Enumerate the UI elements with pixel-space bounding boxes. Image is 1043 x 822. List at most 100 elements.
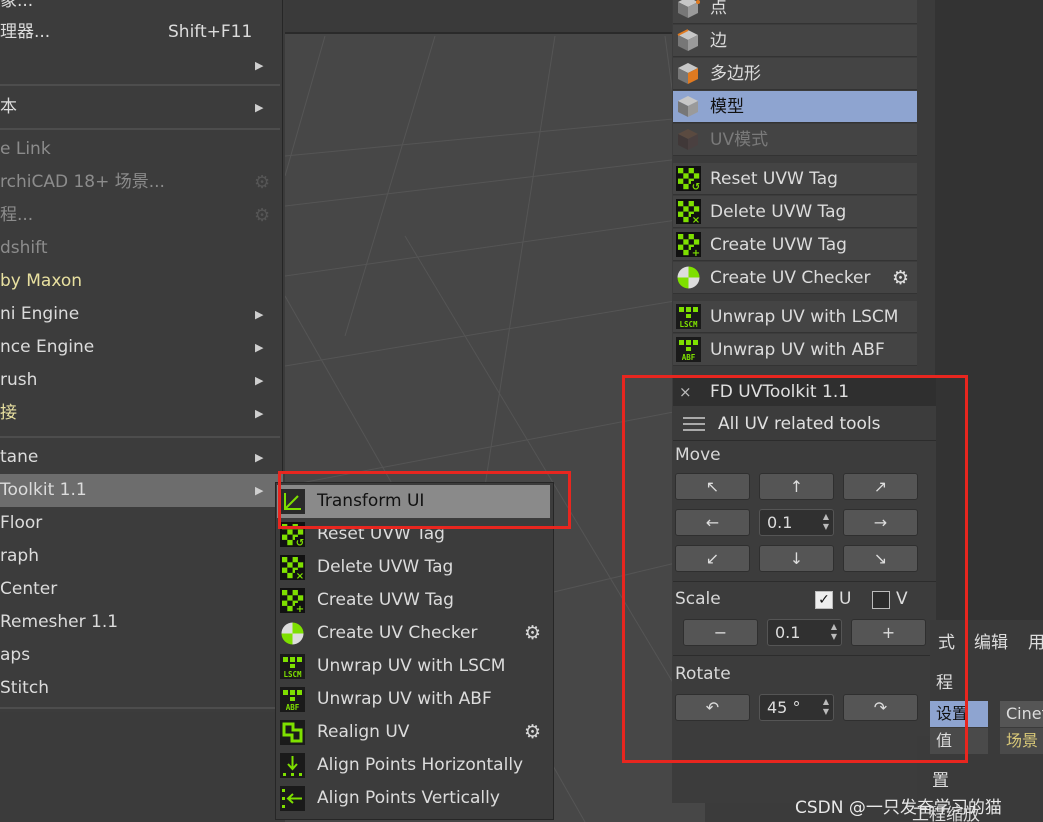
- submenu-item[interactable]: LSCM Unwrap UV with LSCM: [277, 650, 552, 683]
- submenu-item[interactable]: Realign UV ⚙: [277, 716, 552, 749]
- svg-text:↺: ↺: [692, 182, 700, 191]
- menu-item[interactable]: rush ▶: [0, 364, 283, 397]
- uv-checker-icon: [280, 621, 305, 646]
- menu-item-shortcut: Shift+F11: [168, 22, 253, 42]
- tool-label: Create UV Checker: [710, 268, 871, 288]
- menu-item-label: Floor: [0, 513, 43, 533]
- menu-item-label: Remesher 1.1: [0, 612, 119, 632]
- svg-text:ABF: ABF: [286, 703, 300, 712]
- submenu-item-label: Create UV Checker: [317, 623, 478, 643]
- mode-label: 多边形: [710, 64, 761, 84]
- tab-cineware[interactable]: Cinet: [1000, 701, 1043, 727]
- create-uvw-tag-icon: +: [280, 588, 305, 615]
- menu-item[interactable]: by Maxon: [0, 265, 283, 298]
- mode-label: 点: [710, 0, 727, 18]
- gear-icon[interactable]: ⚙: [254, 166, 270, 199]
- gear-icon[interactable]: ⚙: [524, 716, 541, 749]
- menu-item[interactable]: 接 ▶: [0, 397, 283, 430]
- tool-label: Create UVW Tag: [710, 235, 847, 255]
- menu-item-label: Toolkit 1.1: [0, 480, 87, 500]
- uv-checker-icon: [676, 265, 701, 290]
- gear-icon[interactable]: ⚙: [254, 199, 270, 232]
- menu-item[interactable]: Floor: [0, 507, 283, 540]
- menu-item[interactable]: ▶: [0, 49, 283, 82]
- menu-user[interactable]: 用: [1028, 628, 1043, 653]
- lscm-icon: LSCM: [676, 304, 701, 329]
- delete-uvw-tag-icon: ×: [280, 555, 305, 582]
- submenu-item[interactable]: ABF Unwrap UV with ABF: [277, 683, 552, 716]
- tool-button[interactable]: ↺ Reset UVW Tag: [673, 163, 917, 195]
- gear-icon[interactable]: ⚙: [892, 262, 909, 294]
- menu-item-label: rchiCAD 18+ 场景...: [0, 172, 165, 192]
- mode-button[interactable]: 点: [673, 0, 917, 24]
- tab-scene[interactable]: 场景: [1000, 728, 1043, 754]
- tool-button[interactable]: LSCM Unwrap UV with LSCM: [673, 301, 917, 333]
- submenu-item[interactable]: Create UV Checker ⚙: [277, 617, 552, 650]
- menu-item[interactable]: Toolkit 1.1 ▶: [0, 474, 283, 507]
- mode-button[interactable]: 模型: [673, 91, 917, 123]
- realign-uv-icon: [280, 720, 305, 745]
- menu-item[interactable]: aps: [0, 639, 283, 672]
- menu-item[interactable]: 本 ▶: [0, 91, 283, 124]
- tool-button[interactable]: ABF Unwrap UV with ABF: [673, 334, 917, 366]
- menu-item[interactable]: tane ▶: [0, 441, 283, 474]
- menu-item-label: 接: [0, 403, 17, 423]
- align-vertical-icon: [280, 786, 305, 811]
- submenu-item[interactable]: × Delete UVW Tag: [277, 551, 552, 584]
- submenu-item[interactable]: + Create UVW Tag: [277, 584, 552, 617]
- svg-text:+: +: [692, 248, 700, 257]
- menu-separator: [0, 128, 280, 130]
- svg-text:+: +: [296, 604, 304, 613]
- submenu-item-label: Delete UVW Tag: [317, 557, 454, 577]
- submenu-arrow-icon: ▶: [255, 341, 264, 354]
- svg-text:×: ×: [296, 571, 304, 580]
- polygon-mode-icon: [676, 61, 701, 86]
- tool-button[interactable]: + Create UVW Tag: [673, 229, 917, 261]
- submenu-item-label: Align Points Horizontally: [317, 755, 524, 775]
- menu-item-label: nce Engine: [0, 337, 95, 357]
- submenu-item[interactable]: Align Points Vertically: [277, 782, 552, 815]
- menu-item[interactable]: dshift: [0, 232, 283, 265]
- create-uvw-tag-icon: +: [676, 232, 701, 259]
- menu-item[interactable]: e Link: [0, 133, 283, 166]
- menu-item[interactable]: Stitch: [0, 672, 283, 705]
- submenu-arrow-icon: ▶: [255, 484, 264, 497]
- uv-mode-icon: [676, 127, 701, 152]
- menu-item-label: 理器...: [0, 22, 51, 42]
- menu-item[interactable]: nce Engine ▶: [0, 331, 283, 364]
- menu-item[interactable]: rchiCAD 18+ 场景... ⚙: [0, 166, 283, 199]
- menu-edit[interactable]: 编辑: [974, 628, 1008, 653]
- menu-item[interactable]: 理器... Shift+F11: [0, 16, 283, 49]
- menu-item[interactable]: Center: [0, 573, 283, 606]
- menu-item-label: dshift: [0, 238, 48, 258]
- svg-text:↺: ↺: [296, 538, 304, 547]
- mode-button[interactable]: 多边形: [673, 58, 917, 90]
- submenu-item-label: Unwrap UV with ABF: [317, 689, 492, 709]
- menu-separator: [0, 84, 280, 86]
- gear-icon[interactable]: ⚙: [524, 617, 541, 650]
- tool-button[interactable]: Create UV Checker ⚙: [673, 262, 917, 294]
- menu-item[interactable]: Remesher 1.1: [0, 606, 283, 639]
- viewport-toolbar: [285, 0, 705, 34]
- menu-item[interactable]: raph: [0, 540, 283, 573]
- menu-item-label: Center: [0, 579, 58, 599]
- menu-item[interactable]: ni Engine ▶: [0, 298, 283, 331]
- submenu-item[interactable]: Align Points Horizontally: [277, 749, 552, 782]
- menu-item-label: e Link: [0, 139, 51, 159]
- menu-separator: [0, 707, 280, 709]
- mode-label: 边: [710, 31, 727, 51]
- menu-item[interactable]: 程... ⚙: [0, 199, 283, 232]
- attr-row-label: 置: [932, 771, 949, 791]
- submenu-item-label: Align Points Vertically: [317, 788, 500, 808]
- tool-button[interactable]: × Delete UVW Tag: [673, 196, 917, 228]
- abf-icon: ABF: [280, 687, 305, 712]
- menu-item-label: tane: [0, 447, 39, 467]
- menu-item-label: rush: [0, 370, 38, 390]
- submenu-arrow-icon: ▶: [255, 101, 264, 114]
- watermark: CSDN @一只发奋学习的猫: [795, 798, 1002, 818]
- mode-button[interactable]: 边: [673, 25, 917, 57]
- model-mode-icon: [676, 94, 701, 119]
- menu-item-label: 程...: [0, 205, 34, 225]
- reset-uvw-tag-icon: ↺: [676, 166, 701, 193]
- point-mode-icon: [676, 0, 701, 20]
